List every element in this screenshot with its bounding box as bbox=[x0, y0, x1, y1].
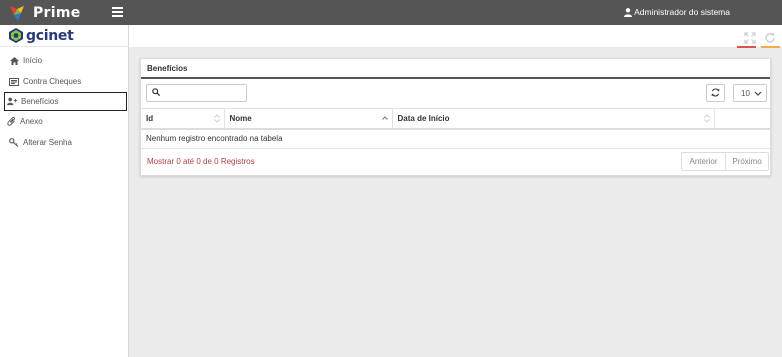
top-navbar: Prime Administrador do sistema bbox=[0, 0, 782, 25]
table-row: Nenhum registro encontrado na tabela bbox=[141, 128, 770, 149]
user-add-icon bbox=[7, 97, 17, 107]
sidebar-item-alterar-senha[interactable]: Alterar Senha bbox=[0, 132, 128, 153]
beneficios-table: Id Nome Data de Início Nenhum registro e… bbox=[141, 108, 770, 149]
table-info: Mostrar 0 até 0 de 0 Registros bbox=[147, 157, 255, 166]
column-header-nome[interactable]: Nome bbox=[224, 108, 393, 130]
table-header-row: Id Nome Data de Início bbox=[141, 108, 770, 130]
column-header-actions bbox=[714, 108, 770, 130]
brand-name: Prime bbox=[33, 4, 81, 21]
sidebar-item-label: Contra Cheques bbox=[23, 77, 82, 86]
content-header bbox=[129, 25, 782, 48]
column-label: Id bbox=[146, 113, 154, 123]
brand[interactable]: Prime bbox=[8, 3, 81, 22]
gcinet-logo-icon bbox=[9, 28, 23, 43]
sidebar-item-label: Alterar Senha bbox=[23, 138, 72, 147]
column-header-id[interactable]: Id bbox=[141, 108, 225, 130]
sidebar-item-label: Anexo bbox=[20, 117, 43, 126]
gcinet-logo: gcinet bbox=[0, 25, 128, 47]
sort-icon bbox=[703, 114, 710, 125]
gcinet-logo-text: gcinet bbox=[26, 27, 74, 44]
expand-icon[interactable] bbox=[744, 32, 756, 44]
sort-ascending-icon bbox=[381, 114, 388, 125]
home-icon bbox=[9, 56, 19, 66]
search-box[interactable] bbox=[146, 84, 247, 102]
pagination: Anterior Próximo bbox=[681, 152, 769, 171]
menu-toggle-icon[interactable] bbox=[112, 7, 123, 17]
sidebar: gcinet Início Contra Cheques Benefícios … bbox=[0, 25, 129, 357]
sidebar-item-contra-cheques[interactable]: Contra Cheques bbox=[0, 71, 128, 92]
paperclip-icon bbox=[6, 117, 16, 127]
page-size-value: 10 bbox=[741, 88, 750, 98]
sidebar-nav: Início Contra Cheques Benefícios Anexo A… bbox=[0, 50, 128, 153]
refresh-accent-bar bbox=[761, 46, 780, 48]
prime-logo-icon bbox=[8, 4, 28, 22]
beneficios-panel: Benefícios 10 Id Nome Data de Início Nen… bbox=[140, 58, 771, 176]
sidebar-item-anexo[interactable]: Anexo bbox=[0, 111, 128, 132]
column-label: Data de Início bbox=[397, 113, 450, 123]
key-icon bbox=[9, 138, 19, 148]
sidebar-item-beneficios[interactable]: Benefícios bbox=[4, 92, 127, 111]
refresh-icon bbox=[711, 87, 720, 99]
expand-accent-bar bbox=[737, 46, 756, 48]
previous-page-button[interactable]: Anterior bbox=[681, 152, 726, 171]
document-icon bbox=[9, 77, 19, 87]
next-page-button[interactable]: Próximo bbox=[726, 152, 769, 171]
empty-table-message: Nenhum registro encontrado na tabela bbox=[141, 128, 770, 149]
search-icon bbox=[152, 88, 161, 98]
sidebar-item-label: Benefícios bbox=[21, 97, 59, 106]
user-menu[interactable]: Administrador do sistema bbox=[624, 7, 730, 17]
column-label: Nome bbox=[229, 113, 252, 123]
panel-title: Benefícios bbox=[141, 59, 770, 79]
chevron-down-icon bbox=[754, 89, 762, 99]
page-size-select[interactable]: 10 bbox=[733, 84, 767, 102]
column-header-data-inicio[interactable]: Data de Início bbox=[392, 108, 715, 130]
refresh-icon[interactable] bbox=[764, 32, 776, 44]
sidebar-item-inicio[interactable]: Início bbox=[0, 50, 128, 71]
table-refresh-button[interactable] bbox=[706, 84, 725, 102]
search-input[interactable] bbox=[163, 88, 243, 98]
user-name: Administrador do sistema bbox=[634, 7, 730, 17]
sidebar-item-label: Início bbox=[23, 56, 43, 65]
sort-icon bbox=[213, 114, 220, 125]
user-icon bbox=[624, 7, 633, 17]
